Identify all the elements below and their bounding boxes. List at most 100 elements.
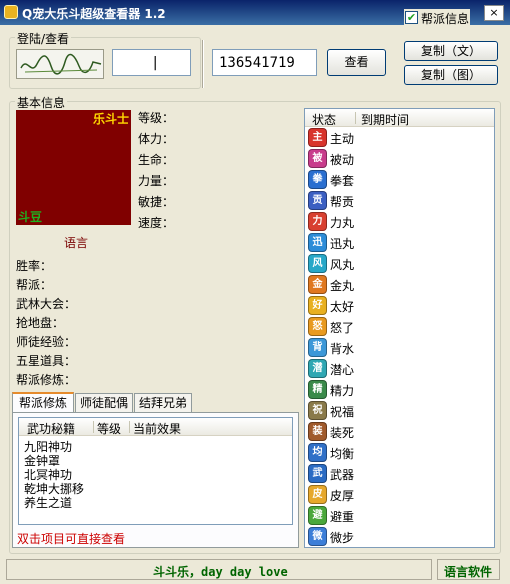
status-row[interactable]: 祝祝福 [305, 400, 494, 421]
status-icon: 避 [308, 506, 327, 525]
status-icon: 潜 [308, 359, 327, 378]
signature-image [16, 49, 104, 79]
status-label: 怒了 [330, 321, 355, 335]
status-row[interactable]: 装装死 [305, 421, 494, 442]
status-row[interactable]: 皮皮厚 [305, 484, 494, 505]
login-group-title: 登陆/查看 [15, 30, 72, 47]
status-icon: 武 [308, 464, 327, 483]
stat-speed-label: 速度： [138, 216, 175, 230]
status-row[interactable]: 被被动 [305, 148, 494, 169]
status-label: 力丸 [330, 216, 355, 230]
col-effect[interactable]: 当前效果 [133, 420, 181, 437]
status-row[interactable]: 拳拳套 [305, 169, 494, 190]
guild-info-label: 帮派信息 [421, 12, 470, 26]
tournament-label: 武林大会： [16, 297, 77, 311]
col-skill[interactable]: 武功秘籍 [27, 420, 75, 437]
status-label: 风丸 [330, 258, 355, 272]
status-bar-brand: 语言软件 [437, 559, 500, 580]
status-row[interactable]: 迅迅丸 [305, 232, 494, 253]
status-bar-main: 斗斗乐，day day love [6, 559, 432, 580]
status-icon: 精 [308, 380, 327, 399]
status-label: 潜心 [330, 363, 355, 377]
status-row[interactable]: 避避重 [305, 505, 494, 526]
status-icon: 背 [308, 338, 327, 357]
status-icon: 均 [308, 443, 327, 462]
mentor-exp-label: 师徒经验： [16, 335, 77, 349]
login-input[interactable]: | [112, 49, 191, 76]
territory-label: 抢地盘： [16, 316, 65, 330]
status-label: 被动 [330, 153, 355, 167]
tab-guild-training[interactable]: 帮派修炼 [12, 392, 74, 413]
status-icon: 贡 [308, 191, 327, 210]
status-icon: 金 [308, 275, 327, 294]
status-label: 太好 [330, 300, 355, 314]
status-icon: 力 [308, 212, 327, 231]
col-status[interactable]: 状态 [312, 111, 336, 128]
status-label: 主动 [330, 132, 355, 146]
tab-panel: 武功秘籍 等级 当前效果 九阳神功 金钟罩 北冥神功 乾坤大挪移 养生之道 [12, 412, 299, 548]
window-title: Q宠大乐斗超级查看器 1.2 [22, 7, 166, 21]
status-icon: 风 [308, 254, 327, 273]
status-icon: 皮 [308, 485, 327, 504]
skill-row[interactable]: 养生之道 [24, 494, 72, 511]
tab-mentor-spouse[interactable]: 师徒配偶 [75, 393, 133, 413]
status-row[interactable]: 怒怒了 [305, 316, 494, 337]
copy-image-button[interactable]: 复制（图） [404, 65, 498, 85]
status-row[interactable]: 均均衡 [305, 442, 494, 463]
status-row[interactable]: 金金丸 [305, 274, 494, 295]
status-row[interactable]: 武武器 [305, 463, 494, 484]
stat-agility-label: 敏捷： [138, 195, 175, 209]
stat-level-label: 等级： [138, 111, 175, 125]
status-label: 均衡 [330, 447, 355, 461]
winrate-label: 胜率： [16, 259, 53, 273]
col-level[interactable]: 等级 [97, 420, 121, 437]
app-icon [4, 5, 18, 19]
status-icon: 拳 [308, 170, 327, 189]
checkbox-check-icon[interactable]: ✔ [405, 11, 418, 24]
status-label: 皮厚 [330, 489, 355, 503]
col-separator [93, 421, 94, 433]
status-label: 微步 [330, 531, 355, 545]
guild-label: 帮派： [16, 278, 53, 292]
status-label: 精力 [330, 384, 355, 398]
double-click-hint: 双击项目可直接查看 [17, 532, 126, 546]
status-label: 避重 [330, 510, 355, 524]
status-bar-brand-text: 语言软件 [444, 565, 493, 579]
qq-number-value: 136541719 [219, 55, 295, 71]
stat-stamina-label: 体力： [138, 132, 175, 146]
close-button[interactable]: × [484, 5, 504, 21]
status-label: 祝福 [330, 405, 355, 419]
stat-hp-label: 生命： [138, 153, 175, 167]
stat-strength-label: 力量： [138, 174, 175, 188]
skills-list-header: 武功秘籍 等级 当前效果 [19, 418, 292, 436]
status-row[interactable]: 力力丸 [305, 211, 494, 232]
character-avatar: 乐斗士 斗豆 [16, 110, 131, 225]
status-label: 背水 [330, 342, 355, 356]
skills-list[interactable]: 武功秘籍 等级 当前效果 九阳神功 金钟罩 北冥神功 乾坤大挪移 养生之道 [18, 417, 293, 525]
col-expiry[interactable]: 到期时间 [361, 111, 409, 128]
status-icon: 迅 [308, 233, 327, 252]
status-row[interactable]: 精精力 [305, 379, 494, 400]
avatar-top-label: 乐斗士 [92, 112, 129, 126]
status-row[interactable]: 潜潜心 [305, 358, 494, 379]
status-icon: 装 [308, 422, 327, 441]
status-list-header: 状态 到期时间 [305, 109, 494, 127]
status-row[interactable]: 贡帮贡 [305, 190, 494, 211]
copy-text-button[interactable]: 复制（文） [404, 41, 498, 61]
five-star-items-label: 五星道具： [16, 354, 77, 368]
status-row[interactable]: 微微步 [305, 526, 494, 547]
status-icon: 怒 [308, 317, 327, 336]
tab-sworn-brothers[interactable]: 结拜兄弟 [134, 393, 192, 413]
status-row[interactable]: 主主动 [305, 127, 494, 148]
view-button[interactable]: 查看 [327, 49, 386, 76]
status-row[interactable]: 风风丸 [305, 253, 494, 274]
status-label: 帮贡 [330, 195, 355, 209]
status-row[interactable]: 好太好 [305, 295, 494, 316]
avatar-caption: 语言 [64, 236, 89, 250]
guild-info-toggle[interactable]: ✔ 帮派信息 [404, 9, 470, 26]
qq-number-input[interactable]: 136541719 [212, 49, 317, 76]
status-icon: 主 [308, 128, 327, 147]
divider [202, 40, 204, 88]
status-row[interactable]: 背背水 [305, 337, 494, 358]
status-label: 拳套 [330, 174, 355, 188]
